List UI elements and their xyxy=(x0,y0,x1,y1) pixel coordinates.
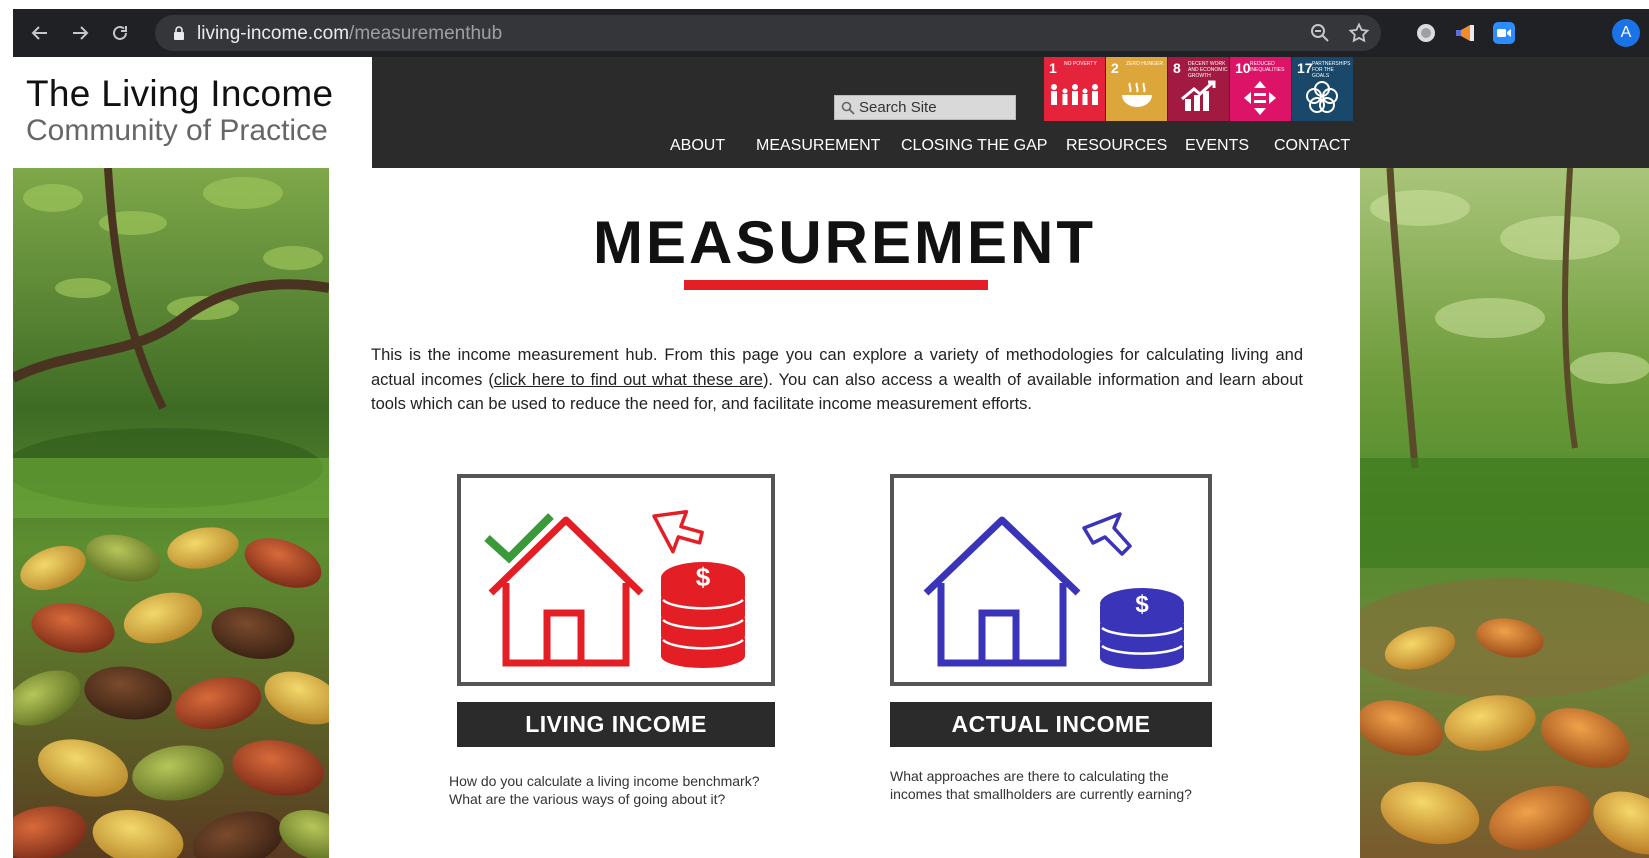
logo-subtitle[interactable]: Community of Practice xyxy=(26,114,328,148)
living-income-card-image[interactable]: $ xyxy=(457,474,775,686)
rings-icon xyxy=(1306,81,1338,113)
intro-paragraph: This is the income measurement hub. From… xyxy=(371,346,1303,413)
window-top-edge xyxy=(0,0,1649,9)
main-content: MEASUREMENT This is the income measureme… xyxy=(329,168,1360,858)
house-coins-blue-icon: $ xyxy=(923,512,1184,669)
living-income-description: How do you calculate a living income ben… xyxy=(449,773,760,807)
cocoa-photo-right xyxy=(1360,168,1649,858)
reload-icon[interactable] xyxy=(108,21,132,45)
actual-income-button[interactable]: ACTUAL INCOME xyxy=(890,702,1212,747)
nav-about[interactable]: ABOUT xyxy=(670,137,725,155)
sdg-10-reduced-inequalities-icon[interactable]: 10 REDUCED INEQUALITIES xyxy=(1230,57,1291,121)
house-coins-red-icon: $ xyxy=(484,509,745,668)
page-title: MEASUREMENT xyxy=(592,209,1096,276)
megaphone-extension-icon[interactable] xyxy=(1451,19,1479,47)
growth-chart-icon xyxy=(1181,80,1216,111)
back-icon[interactable] xyxy=(28,21,52,45)
lock-icon[interactable] xyxy=(173,26,185,40)
equality-arrows-icon xyxy=(1244,81,1276,115)
star-icon[interactable] xyxy=(1348,22,1370,44)
extension-icon[interactable] xyxy=(1412,19,1440,47)
actual-income-card-image[interactable]: $ xyxy=(890,474,1212,686)
browser-window: living-income.com/measurementhub A The L… xyxy=(0,0,1649,858)
living-income-button[interactable]: LIVING INCOME xyxy=(457,702,775,747)
zoom-meeting-extension-icon[interactable] xyxy=(1490,19,1518,47)
sdg-17-partnerships-icon[interactable]: 17 PARTNERSHIPS FOR THE GOALS xyxy=(1292,57,1353,121)
actual-income-description: What approaches are there to calculating… xyxy=(890,768,1192,802)
svg-text:$: $ xyxy=(1135,591,1149,618)
address-bar[interactable]: living-income.com/measurementhub xyxy=(155,15,1381,51)
find-out-link[interactable]: click here to find out what these are xyxy=(494,371,763,389)
search-icon xyxy=(841,101,855,115)
profile-avatar[interactable]: A xyxy=(1612,19,1640,47)
forward-icon[interactable] xyxy=(68,21,92,45)
search-input[interactable]: Search Site xyxy=(834,95,1016,120)
url-text[interactable]: living-income.com/measurementhub xyxy=(197,23,502,45)
window-left-edge xyxy=(0,0,13,858)
svg-text:$: $ xyxy=(696,562,711,592)
nav-closing-the-gap[interactable]: CLOSING THE GAP xyxy=(901,137,1047,155)
zoom-icon[interactable] xyxy=(1309,22,1331,44)
nav-resources[interactable]: RESOURCES xyxy=(1066,137,1167,155)
site-header: Search Site 1 NO POVERTY 2 ZERO HUNGER 8… xyxy=(372,57,1649,168)
logo-title[interactable]: The Living Income xyxy=(26,73,333,115)
nav-contact[interactable]: CONTACT xyxy=(1274,137,1350,155)
sdg-8-decent-work-icon[interactable]: 8 DECENT WORK AND ECONOMIC GROWTH xyxy=(1168,57,1229,121)
site-logo[interactable]: The Living Income Community of Practice xyxy=(13,57,372,168)
nav-measurement[interactable]: MEASUREMENT xyxy=(756,137,880,155)
cocoa-photo-left xyxy=(13,168,329,858)
title-underline xyxy=(684,280,988,290)
search-placeholder: Search Site xyxy=(859,99,937,116)
family-icon xyxy=(1051,84,1098,105)
sdg-2-zero-hunger-icon[interactable]: 2 ZERO HUNGER xyxy=(1106,57,1167,121)
bowl-icon xyxy=(1122,82,1152,107)
sdg-1-no-poverty-icon[interactable]: 1 NO POVERTY xyxy=(1044,57,1105,121)
browser-toolbar: living-income.com/measurementhub A xyxy=(13,9,1649,57)
nav-events[interactable]: EVENTS xyxy=(1185,137,1249,155)
